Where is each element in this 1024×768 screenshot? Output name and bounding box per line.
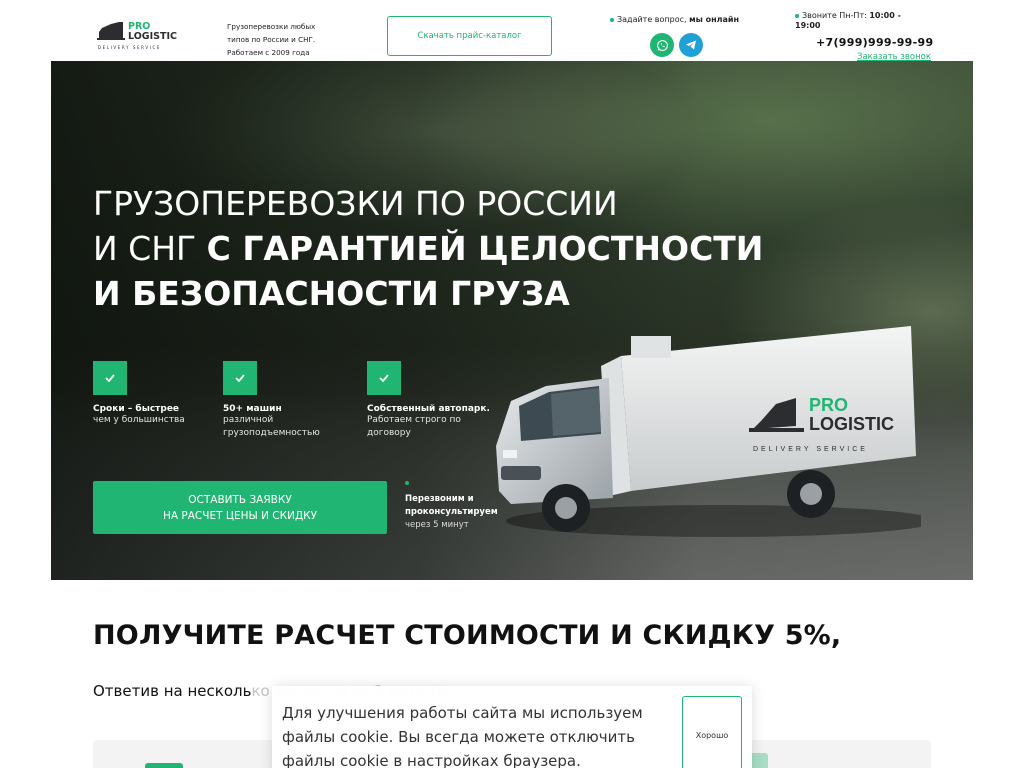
truck-logo-logistic: LOGISTIC bbox=[809, 414, 894, 434]
truck-logo-delivery: DELIVERY SERVICE bbox=[753, 446, 868, 453]
truck-logo-pro: PRO bbox=[809, 395, 848, 415]
feature-fleet-size: 50+ машин различной грузоподъемностью bbox=[223, 361, 343, 440]
hero-title-line3: И БЕЗОПАСНОСТИ ГРУЗА bbox=[93, 274, 570, 313]
work-hours: Звоните Пн-Пт: 10:00 - 19:00 bbox=[795, 11, 920, 31]
callback-dot-icon bbox=[405, 481, 409, 485]
ask-question: Задайте вопрос, мы онлайн bbox=[610, 15, 739, 24]
quiz-section-title: ПОЛУЧИТЕ РАСЧЕТ СТОИМОСТИ И СКИДКУ 5%, bbox=[93, 620, 842, 651]
feature-title: 50+ машин bbox=[223, 404, 282, 414]
online-status: мы онлайн bbox=[689, 15, 740, 24]
feature-title: Собственный автопарк. bbox=[367, 404, 490, 414]
cookie-accept-button[interactable]: Хорошо bbox=[682, 696, 742, 768]
ask-text: Задайте вопрос, bbox=[617, 15, 690, 24]
hours-dot-icon bbox=[795, 13, 799, 18]
hero-title-line1: ГРУЗОПЕРЕВОЗКИ ПО РОССИИ bbox=[93, 184, 618, 223]
cookie-text: Для улучшения работы сайта мы используем… bbox=[282, 704, 643, 768]
hero-banner: PRO LOGISTIC DELIVERY SERVICE ГРУЗОПЕРЕВ… bbox=[51, 61, 973, 580]
hours-label: Звоните Пн-Пт: bbox=[802, 11, 870, 20]
feature-desc: Работаем строго по договору bbox=[367, 415, 461, 438]
logo[interactable]: PRO LOGISTIC DELIVERY SERVICE bbox=[97, 20, 177, 54]
company-tagline: Грузоперевозки любых типов по России и С… bbox=[227, 22, 316, 57]
callback-note-rest: через 5 минут bbox=[405, 520, 469, 530]
check-icon bbox=[367, 361, 401, 395]
feature-speed: Сроки – быстрее чем у большинства bbox=[93, 361, 203, 427]
callback-note: Перезвоним и проконсультируем через 5 ми… bbox=[405, 481, 500, 532]
feature-title: Сроки – быстрее bbox=[93, 404, 180, 414]
cookie-banner: Для улучшения работы сайта мы используем… bbox=[272, 686, 752, 768]
telegram-icon[interactable] bbox=[679, 33, 703, 57]
site-header: PRO LOGISTIC DELIVERY SERVICE Грузоперев… bbox=[0, 0, 1024, 62]
logo-delivery: DELIVERY SERVICE bbox=[98, 45, 161, 50]
cta-line2: НА РАСЧЕТ ЦЕНЫ И СКИДКУ bbox=[162, 509, 318, 522]
check-icon bbox=[223, 361, 257, 395]
online-dot-icon bbox=[610, 17, 614, 22]
cta-line1: ОСТАВИТЬ ЗАЯВКУ bbox=[188, 493, 292, 506]
hero-title-line2-bold: С ГАРАНТИЕЙ ЦЕЛОСТНОСТИ bbox=[206, 229, 764, 268]
feature-desc: различной грузоподъемностью bbox=[223, 415, 320, 438]
feature-own-fleet: Собственный автопарк. Работаем строго по… bbox=[367, 361, 507, 440]
feature-desc: чем у большинства bbox=[93, 415, 185, 425]
logo-logistic: LOGISTIC bbox=[128, 31, 177, 42]
download-catalog-button[interactable]: Скачать прайс-каталог bbox=[387, 16, 552, 56]
subtitle-visible: Ответив на несколь bbox=[93, 682, 252, 700]
quiz-progress-marker bbox=[145, 763, 183, 768]
check-icon bbox=[93, 361, 127, 395]
request-quote-button[interactable]: ОСТАВИТЬ ЗАЯВКУ НА РАСЧЕТ ЦЕНЫ И СКИДКУ bbox=[93, 481, 387, 534]
phone-number[interactable]: +7(999)999-99-99 bbox=[816, 36, 933, 49]
delivery-truck-image: PRO LOGISTIC DELIVERY SERVICE bbox=[496, 326, 921, 537]
whatsapp-icon[interactable] bbox=[650, 33, 674, 57]
callback-note-bold: Перезвоним и проконсультируем bbox=[405, 494, 498, 517]
hero-title-line2-plain: И СНГ bbox=[93, 229, 207, 268]
hero-title: ГРУЗОПЕРЕВОЗКИ ПО РОССИИ И СНГ С ГАРАНТИ… bbox=[93, 181, 793, 316]
truck-logo-icon bbox=[97, 22, 125, 40]
